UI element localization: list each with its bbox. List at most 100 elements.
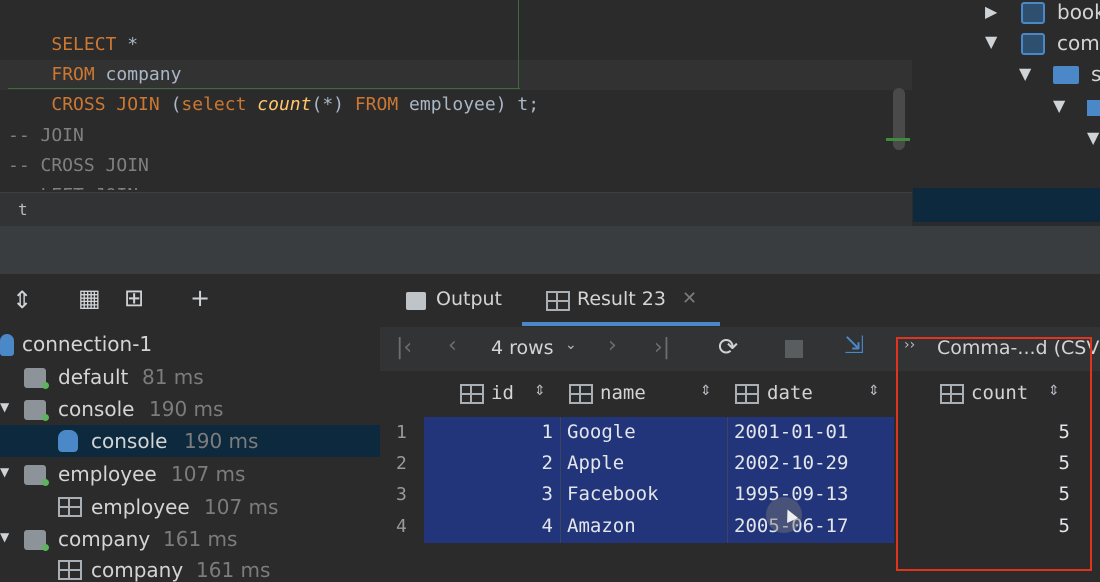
last-page-icon[interactable]: ›| — [654, 335, 670, 360]
collapse-icon[interactable]: ▼ — [0, 400, 9, 414]
row-number: 3 — [396, 484, 407, 505]
row-number: 4 — [396, 516, 407, 537]
services-toolbar: ⇕ ▦ ⊞ + — [0, 278, 380, 324]
service-item-label[interactable]: employee — [91, 495, 190, 519]
first-page-icon[interactable]: |‹ — [396, 335, 412, 360]
tab-output[interactable]: Output — [436, 288, 502, 310]
expand-icon[interactable]: ▶ — [985, 2, 997, 21]
collapse-all-icon[interactable]: ⇕ — [12, 286, 32, 314]
comment-line: -- JOIN — [8, 125, 84, 146]
new-tab-icon[interactable]: ⊞ — [124, 284, 144, 312]
close-icon[interactable]: ✕ — [682, 288, 697, 309]
table-icon — [58, 497, 82, 517]
service-item-label[interactable]: console — [91, 429, 167, 453]
active-dot-icon — [42, 414, 49, 421]
results-tabs: Output Result 23 ✕ — [380, 278, 1100, 326]
sql-editor[interactable]: SELECT * FROM company CROSS JOIN (select… — [0, 0, 912, 190]
comment-line: -- CROSS JOIN — [8, 155, 149, 176]
collapse-icon[interactable]: ▼ — [985, 32, 997, 51]
tab-result[interactable]: Result 23 — [577, 288, 666, 310]
tree-item-label[interactable]: book — [1057, 0, 1100, 24]
compare-icon[interactable]: ⇲ — [844, 331, 864, 359]
breadcrumb — [0, 192, 912, 227]
code-token: t; — [506, 94, 540, 115]
tree-item-label[interactable]: com — [1057, 31, 1100, 55]
service-time: 190 ms — [149, 397, 224, 421]
keyword-select: select — [181, 94, 247, 115]
schema-icon — [1087, 100, 1100, 116]
service-item-label[interactable]: console — [58, 397, 134, 421]
collapse-icon[interactable]: ▼ — [1053, 96, 1065, 115]
service-time: 107 ms — [204, 495, 279, 519]
database-icon — [1021, 2, 1045, 24]
code-token: ) — [495, 94, 507, 115]
annotation-highlight-box — [896, 337, 1092, 571]
console-output-icon — [406, 292, 426, 310]
table-icon — [58, 560, 82, 580]
cell-id[interactable]: 2 — [500, 452, 553, 474]
cell-name[interactable]: Apple — [567, 452, 624, 474]
row-count-dropdown[interactable]: 4 rows — [491, 337, 554, 359]
chevron-down-icon[interactable]: ⌄ — [565, 337, 577, 353]
add-icon[interactable]: + — [190, 284, 210, 312]
service-item-label[interactable]: company — [58, 527, 150, 551]
code-token: (*) — [311, 94, 344, 115]
previous-page-icon[interactable]: ‹ — [448, 333, 457, 358]
active-dot-icon — [42, 479, 49, 486]
service-time: 161 ms — [196, 558, 271, 582]
table-icon — [546, 291, 570, 311]
stop-icon[interactable] — [785, 340, 803, 358]
service-item-label[interactable]: employee — [58, 462, 157, 486]
row-number: 1 — [396, 422, 407, 443]
column-header-id[interactable]: id — [491, 382, 514, 404]
change-marker — [886, 138, 910, 141]
group-by-icon[interactable]: ▦ — [78, 284, 101, 312]
services-tree: connection-1 default 81 ms ▼ console 190… — [0, 330, 380, 582]
sort-icon[interactable]: ⇕ — [534, 383, 546, 399]
breadcrumb-item[interactable]: t — [18, 200, 28, 219]
service-item-label[interactable]: company — [91, 558, 183, 582]
service-time: 161 ms — [163, 527, 238, 551]
column-header-date[interactable]: date — [767, 382, 813, 404]
database-tree: ▶ book ▼ com ▼ s ▼ ▼ — [913, 0, 1100, 188]
column-separator — [560, 417, 561, 543]
column-header-name[interactable]: name — [600, 382, 646, 404]
cell-name[interactable]: Facebook — [567, 483, 659, 505]
column-icon — [460, 384, 484, 404]
column-icon — [569, 384, 593, 404]
keyword-from: FROM — [344, 94, 399, 115]
cell-id[interactable]: 3 — [500, 483, 553, 505]
collapse-icon[interactable]: ▼ — [0, 530, 9, 544]
service-time: 107 ms — [171, 462, 246, 486]
collapse-icon[interactable]: ▼ — [1087, 128, 1099, 147]
code-token: employee — [398, 94, 496, 115]
collapse-icon[interactable]: ▼ — [0, 465, 9, 479]
tree-item-label[interactable]: s — [1091, 62, 1100, 86]
active-dot-icon — [42, 544, 49, 551]
folder-icon — [1053, 66, 1079, 84]
service-time: 190 ms — [184, 429, 259, 453]
postgres-icon — [0, 334, 14, 356]
cell-id[interactable]: 1 — [500, 421, 553, 443]
function-count: count — [246, 94, 312, 115]
panel-separator — [0, 226, 1100, 274]
next-page-icon[interactable]: › — [608, 333, 617, 358]
refresh-icon[interactable]: ⟳ — [718, 333, 738, 361]
sort-icon[interactable]: ⇕ — [868, 383, 880, 399]
sort-icon[interactable]: ⇕ — [700, 383, 712, 399]
cell-name[interactable]: Google — [567, 421, 636, 443]
service-time: 81 ms — [142, 365, 204, 389]
tree-selection — [913, 188, 1100, 222]
cell-date[interactable]: 2001-01-01 — [734, 421, 848, 443]
row-number: 2 — [396, 453, 407, 474]
comment-line: -- LEFT JOIN — [8, 181, 138, 190]
postgres-icon — [58, 430, 78, 452]
database-icon — [1021, 33, 1045, 55]
cell-date[interactable]: 2002-10-29 — [734, 452, 848, 474]
code-line-3: CROSS JOIN (select count(*) FROM employe… — [8, 60, 539, 150]
collapse-icon[interactable]: ▼ — [1019, 64, 1031, 83]
service-item-label[interactable]: connection-1 — [22, 332, 152, 356]
cell-name[interactable]: Amazon — [567, 515, 636, 537]
cell-id[interactable]: 4 — [500, 515, 553, 537]
service-item-label[interactable]: default — [58, 365, 128, 389]
